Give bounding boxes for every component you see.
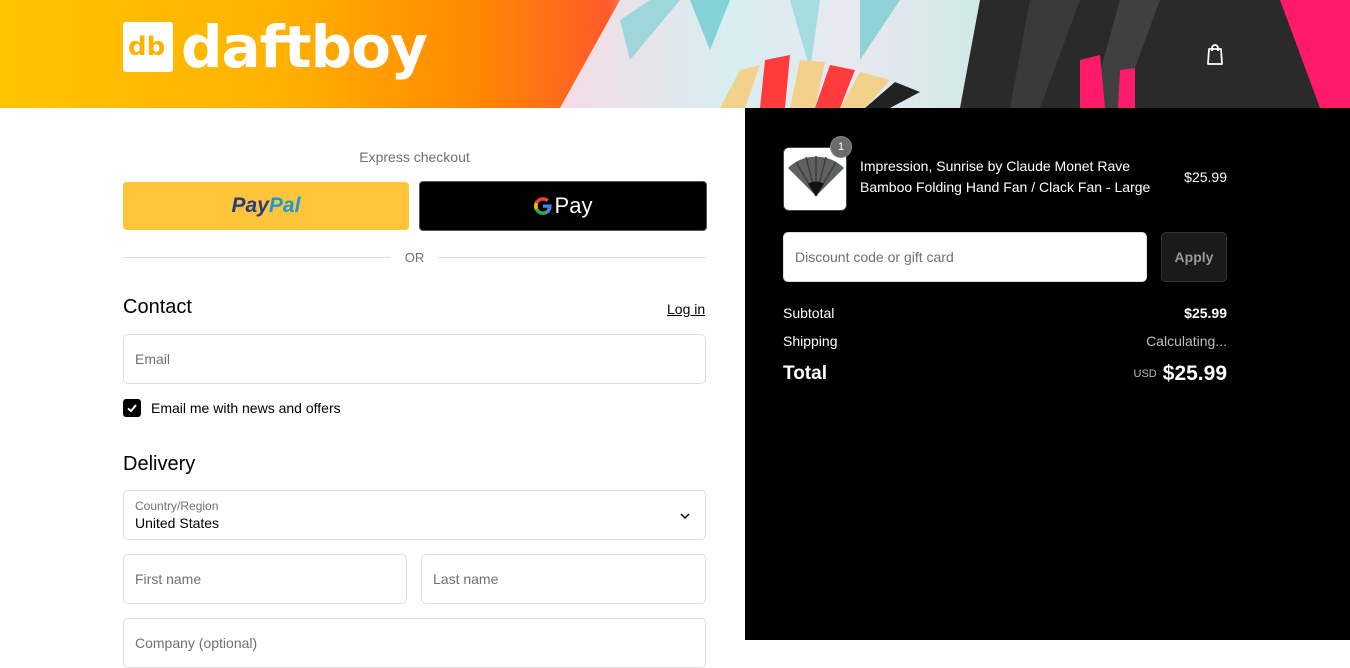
last-name-field[interactable] xyxy=(421,554,706,604)
shipping-label: Shipping xyxy=(783,333,838,349)
google-g-icon xyxy=(533,193,552,219)
logo-text: daftboy xyxy=(181,13,428,81)
total-label: Total xyxy=(783,363,827,384)
or-label: OR xyxy=(404,250,425,265)
express-checkout-label: Express checkout xyxy=(359,149,470,165)
company-input[interactable] xyxy=(124,619,705,667)
company-field[interactable] xyxy=(123,618,706,668)
divider-line-left xyxy=(123,257,391,258)
discount-input[interactable] xyxy=(784,233,1146,281)
checkmark-icon xyxy=(127,404,137,413)
discount-field[interactable] xyxy=(783,232,1147,282)
shipping-value: Calculating... xyxy=(1146,333,1227,349)
or-divider: OR xyxy=(123,249,706,265)
logo-mark: db xyxy=(123,22,173,72)
total-value: $25.99 xyxy=(1162,362,1227,385)
google-pay-button[interactable]: Pay xyxy=(419,181,707,231)
fan-banner-image xyxy=(560,0,1350,108)
newsletter-label: Email me with news and offers xyxy=(151,400,341,416)
google-pay-label: Pay xyxy=(554,193,593,218)
chevron-down-icon xyxy=(680,513,690,520)
order-summary: 1 Impression, Sunrise by Claude Monet Ra… xyxy=(745,108,1350,640)
total-amount: USD $25.99 xyxy=(1027,362,1227,386)
logo[interactable]: db daftboy xyxy=(123,13,428,81)
last-name-input[interactable] xyxy=(422,555,705,603)
header-banner: db daftboy xyxy=(0,0,1350,108)
subtotal-value: $25.99 xyxy=(1184,305,1227,321)
newsletter-option[interactable]: Email me with news and offers xyxy=(123,399,341,417)
delivery-title: Delivery xyxy=(123,453,196,475)
email-field[interactable] xyxy=(123,334,706,384)
contact-title: Contact xyxy=(123,296,192,318)
divider-line-right xyxy=(438,257,706,258)
country-value: United States xyxy=(135,515,220,531)
total-currency: USD xyxy=(1133,368,1157,380)
quantity-badge: 1 xyxy=(830,136,852,158)
checkout-form: Express checkout Pay Pal Pay OR Contact L… xyxy=(0,108,745,668)
paypal-logo-part2: Pal xyxy=(268,194,301,217)
shopping-bag-icon[interactable] xyxy=(1205,42,1225,66)
paypal-button[interactable]: Pay Pal xyxy=(123,182,409,230)
product-price: $25.99 xyxy=(1184,169,1227,185)
paypal-logo-part1: Pay xyxy=(231,194,269,217)
country-select[interactable]: Country/Region United States xyxy=(123,490,706,540)
first-name-input[interactable] xyxy=(124,555,406,603)
product-name: Impression, Sunrise by Claude Monet Rave… xyxy=(860,158,1151,195)
login-link[interactable]: Log in xyxy=(667,301,705,317)
email-input[interactable] xyxy=(124,335,705,383)
apply-button[interactable]: Apply xyxy=(1161,232,1227,282)
first-name-field[interactable] xyxy=(123,554,407,604)
newsletter-checkbox[interactable] xyxy=(123,399,141,417)
country-label: Country/Region xyxy=(135,499,219,513)
subtotal-label: Subtotal xyxy=(783,305,835,321)
